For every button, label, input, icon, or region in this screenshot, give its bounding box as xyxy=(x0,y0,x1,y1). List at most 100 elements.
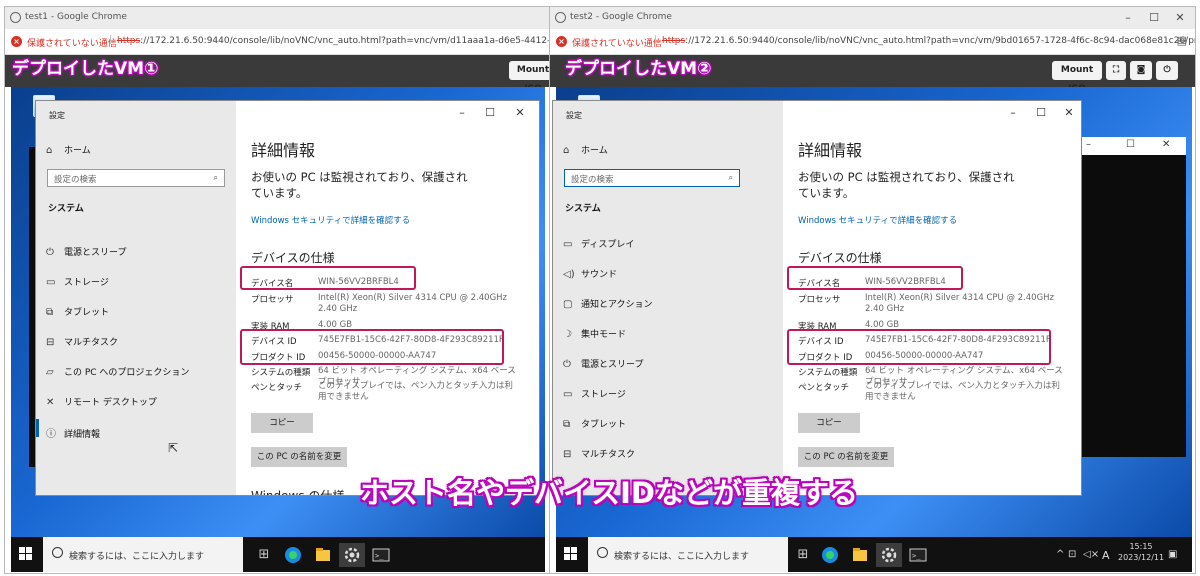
close-icon[interactable]: ✕ xyxy=(1162,139,1170,150)
not-secure-label[interactable]: 保護されていない通信 xyxy=(27,36,117,49)
nav-multitask[interactable]: ⊟ マルチタスク xyxy=(563,447,635,460)
console-window: – ☐ ✕ xyxy=(1076,137,1186,457)
security-link[interactable]: Windows セキュリティで詳細を確認する xyxy=(798,214,957,226)
ime-indicator[interactable]: A xyxy=(1102,549,1110,562)
system-type-label: システムの種類 xyxy=(798,368,858,378)
protection-status: お使いの PC は監視されており、保護され ています。 xyxy=(798,170,1015,200)
nav-tablet[interactable]: ⧉ タブレット xyxy=(46,305,109,318)
info-icon: ⓘ xyxy=(46,429,56,440)
maximize-icon[interactable]: ☐ xyxy=(1140,10,1168,26)
storage-icon: ▭ xyxy=(563,389,573,400)
taskbar-search-box[interactable]: 検索するには、ここに入力します xyxy=(588,537,788,572)
tray-chevron-icon[interactable]: ^ xyxy=(1056,549,1064,560)
nav-display[interactable]: ▭ ディスプレイ xyxy=(563,237,634,250)
task-view-icon[interactable]: ⊞ xyxy=(790,543,816,567)
multitask-icon: ⊟ xyxy=(46,337,55,348)
task-view-icon[interactable]: ⊞ xyxy=(251,543,277,567)
settings-search-input[interactable]: 設定の検索 ⌕ xyxy=(47,169,225,187)
network-tray-icon[interactable]: ⊡ xyxy=(1068,549,1076,560)
nav-focus[interactable]: ☽ 集中モード xyxy=(563,327,626,340)
taskbar-search-text: 検索するには、ここに入力します xyxy=(614,552,750,562)
window-title: test1 - Google Chrome xyxy=(25,12,127,22)
edge-icon[interactable] xyxy=(281,543,307,567)
minimize-icon[interactable]: – xyxy=(1003,106,1023,119)
system-type-label: システムの種類 xyxy=(251,368,311,378)
chrome-icon xyxy=(555,12,566,23)
taskbar-search-box[interactable]: 検索するには、ここに入力します xyxy=(43,537,243,572)
device-spec-heading: デバイスの仕様 xyxy=(798,251,882,265)
nav-projection[interactable]: ▱ この PC へのプロジェクション xyxy=(46,365,189,378)
nav-power[interactable]: ⏻ 電源とスリープ xyxy=(46,245,126,258)
minimize-icon[interactable]: – xyxy=(1114,10,1142,26)
settings-app-title: 設定 xyxy=(566,111,582,120)
network-icon[interactable]: ⛶ xyxy=(1106,61,1126,80)
command-prompt-icon[interactable]: >_ xyxy=(369,543,395,567)
url-text[interactable]: https://172.21.6.50:9440/console/lib/noV… xyxy=(662,36,1195,46)
duplicate-warning-caption: ホスト名やデバイスIDなどが重複する xyxy=(360,476,858,510)
volume-icon[interactable]: ◁× xyxy=(1083,549,1099,560)
nav-power[interactable]: ⏻ 電源とスリープ xyxy=(563,357,643,370)
maximize-icon[interactable]: ☐ xyxy=(1031,106,1051,119)
settings-search-input[interactable]: 設定の検索 ⌕ xyxy=(564,169,740,187)
highlight-device-name xyxy=(240,266,416,290)
tablet-icon: ⧉ xyxy=(563,419,571,430)
highlight-device-name xyxy=(787,266,963,290)
windows-start-icon[interactable] xyxy=(19,547,33,561)
windows-taskbar: 検索するには、ここに入力します ⊞ >_ xyxy=(11,537,545,572)
file-explorer-icon[interactable] xyxy=(311,543,337,567)
divider: | xyxy=(654,35,658,45)
system-heading: システム xyxy=(565,204,601,214)
mouse-cursor-icon: ⇱ xyxy=(168,441,179,455)
windows-start-icon[interactable] xyxy=(564,547,578,561)
security-link[interactable]: Windows セキュリティで詳細を確認する xyxy=(251,214,410,226)
file-explorer-icon[interactable] xyxy=(848,543,874,567)
vm1-label: デプロイしたVM① xyxy=(12,59,159,79)
address-bar[interactable]: × 保護されていない通信 | https://172.21.6.50:9440/… xyxy=(5,29,549,55)
power-icon[interactable]: ⏻ xyxy=(1156,61,1178,80)
storage-icon: ▭ xyxy=(46,277,56,288)
mount-iso-button[interactable]: Mount ISO xyxy=(1052,61,1102,94)
nav-home[interactable]: ⌂ ホーム xyxy=(46,143,91,156)
close-icon[interactable]: ✕ xyxy=(510,106,530,119)
nav-home[interactable]: ⌂ ホーム xyxy=(563,143,608,156)
nav-selection-indicator xyxy=(36,419,39,437)
not-secure-icon: × xyxy=(11,36,22,47)
not-secure-label[interactable]: 保護されていない通信 xyxy=(572,36,662,49)
copy-button[interactable]: コピー xyxy=(251,413,313,433)
close-icon[interactable]: ✕ xyxy=(1166,10,1194,26)
maximize-icon[interactable]: ☐ xyxy=(480,106,500,119)
command-prompt-icon[interactable]: >_ xyxy=(906,543,932,567)
search-icon: ⌕ xyxy=(728,173,733,182)
protection-status: お使いの PC は監視されており、保護され ています。 xyxy=(251,170,468,200)
system-heading: システム xyxy=(48,204,84,214)
nav-multitask[interactable]: ⊟ マルチタスク xyxy=(46,335,118,348)
processor-label: プロセッサ xyxy=(798,295,841,305)
nav-about[interactable]: ⓘ 詳細情報 xyxy=(46,425,100,440)
rename-pc-button[interactable]: この PC の名前を変更 xyxy=(251,447,347,467)
nav-tablet[interactable]: ⧉ タブレット xyxy=(563,417,626,430)
close-icon[interactable]: ✕ xyxy=(1059,106,1079,119)
edge-icon[interactable] xyxy=(818,543,844,567)
nav-storage[interactable]: ▭ ストレージ xyxy=(46,275,109,288)
camera-icon[interactable]: ◙ xyxy=(1130,61,1152,80)
settings-gear-icon[interactable] xyxy=(339,543,365,567)
minimize-icon[interactable]: – xyxy=(452,106,472,119)
chrome-titlebar: test2 - Google Chrome – ☐ ✕ xyxy=(550,7,1195,29)
notification-icon[interactable]: ▣ xyxy=(1168,549,1177,560)
nav-sound[interactable]: ◁) サウンド xyxy=(563,267,617,280)
rename-pc-button[interactable]: この PC の名前を変更 xyxy=(798,447,894,467)
mount-iso-button[interactable]: Mount ISO xyxy=(509,61,549,94)
projection-icon: ▱ xyxy=(46,367,54,378)
minimize-icon[interactable]: – xyxy=(1086,139,1091,150)
clock[interactable]: 15:15 2023/12/11 xyxy=(1118,541,1164,563)
nav-notifications[interactable]: ▢ 通知とアクション xyxy=(563,297,653,310)
reader-icon[interactable]: ▤ xyxy=(1177,34,1187,47)
url-text[interactable]: https://172.21.6.50:9440/console/lib/noV… xyxy=(117,36,549,46)
nav-storage[interactable]: ▭ ストレージ xyxy=(563,387,626,400)
settings-gear-icon[interactable] xyxy=(876,543,902,567)
address-bar[interactable]: × 保護されていない通信 | https://172.21.6.50:9440/… xyxy=(550,29,1195,55)
chrome-icon xyxy=(10,12,21,23)
maximize-icon[interactable]: ☐ xyxy=(1126,139,1135,150)
copy-button[interactable]: コピー xyxy=(798,413,860,433)
nav-remote-desktop[interactable]: ✕ リモート デスクトップ xyxy=(46,395,157,408)
